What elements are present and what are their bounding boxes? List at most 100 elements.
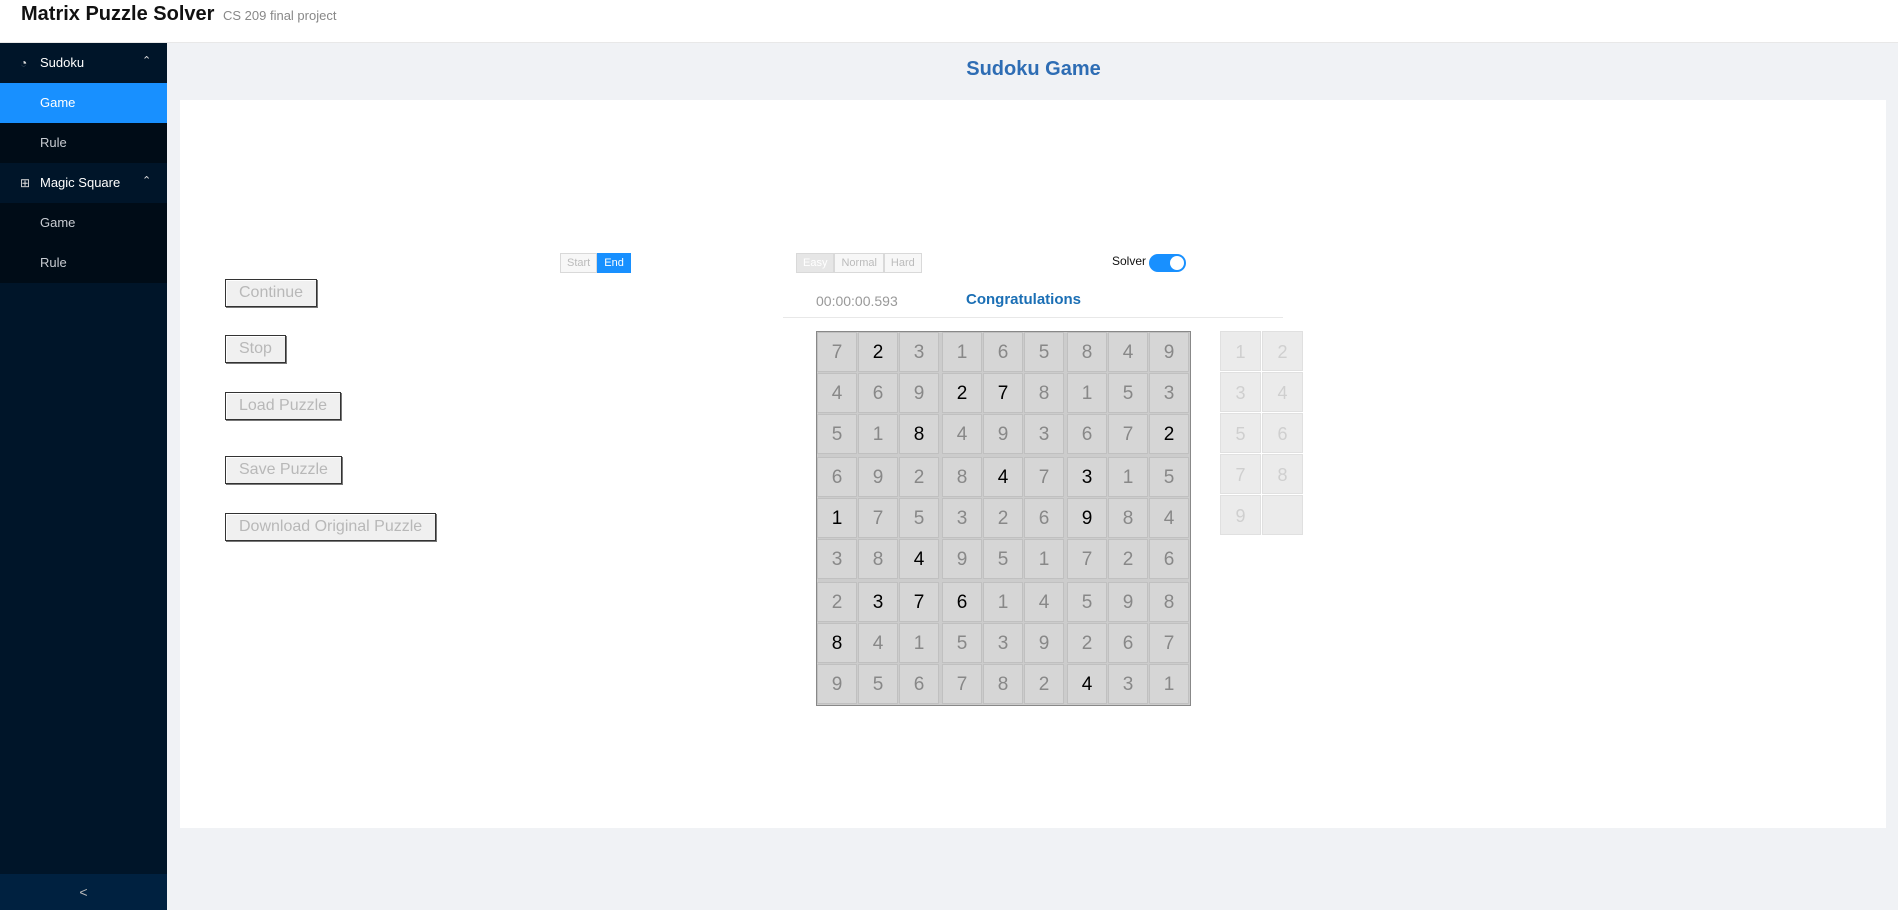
sudoku-cell[interactable]: 2: [942, 373, 982, 413]
sudoku-cell[interactable]: 5: [899, 498, 939, 538]
sudoku-cell[interactable]: 5: [1108, 373, 1148, 413]
number-pad-key[interactable]: 4: [1262, 372, 1303, 412]
sudoku-cell[interactable]: 8: [983, 664, 1023, 704]
sudoku-cell[interactable]: 7: [858, 498, 898, 538]
sudoku-cell[interactable]: 7: [983, 373, 1023, 413]
sudoku-cell[interactable]: 9: [1067, 498, 1107, 538]
sudoku-cell[interactable]: 6: [1108, 623, 1148, 663]
sudoku-cell[interactable]: 7: [817, 332, 857, 372]
number-pad-key[interactable]: 3: [1220, 372, 1261, 412]
sudoku-cell[interactable]: 8: [1067, 332, 1107, 372]
sudoku-cell[interactable]: 4: [942, 414, 982, 454]
sudoku-cell[interactable]: 9: [1108, 582, 1148, 622]
sudoku-cell[interactable]: 5: [1149, 457, 1189, 497]
sudoku-cell[interactable]: 4: [983, 457, 1023, 497]
sudoku-cell[interactable]: 8: [1149, 582, 1189, 622]
sudoku-cell[interactable]: 9: [1149, 332, 1189, 372]
sudoku-cell[interactable]: 8: [899, 414, 939, 454]
sudoku-cell[interactable]: 1: [983, 582, 1023, 622]
sudoku-cell[interactable]: 9: [1024, 623, 1064, 663]
sudoku-cell[interactable]: 5: [817, 414, 857, 454]
sudoku-cell[interactable]: 2: [1108, 539, 1148, 579]
sudoku-cell[interactable]: 4: [1108, 332, 1148, 372]
difficulty-hard-option[interactable]: Hard: [883, 253, 922, 273]
sudoku-cell[interactable]: 1: [1024, 539, 1064, 579]
sudoku-cell[interactable]: 4: [899, 539, 939, 579]
number-pad-key[interactable]: 6: [1262, 413, 1303, 453]
sudoku-cell[interactable]: 8: [1108, 498, 1148, 538]
sudoku-cell[interactable]: 7: [1149, 623, 1189, 663]
sudoku-cell[interactable]: 5: [858, 664, 898, 704]
stop-button[interactable]: Stop: [225, 335, 286, 363]
sudoku-cell[interactable]: 6: [1067, 414, 1107, 454]
save-puzzle-button[interactable]: Save Puzzle: [225, 456, 342, 484]
sudoku-cell[interactable]: 6: [1149, 539, 1189, 579]
sudoku-cell[interactable]: 5: [1024, 332, 1064, 372]
sudoku-cell[interactable]: 3: [942, 498, 982, 538]
sudoku-cell[interactable]: 1: [1149, 664, 1189, 704]
sudoku-cell[interactable]: 2: [817, 582, 857, 622]
start-option[interactable]: Start: [560, 253, 598, 273]
sidebar-item-sudoku-rule[interactable]: Rule: [0, 123, 167, 163]
sudoku-cell[interactable]: 2: [858, 332, 898, 372]
sudoku-cell[interactable]: 8: [1024, 373, 1064, 413]
sudoku-cell[interactable]: 8: [858, 539, 898, 579]
sudoku-cell[interactable]: 7: [1024, 457, 1064, 497]
sudoku-cell[interactable]: 1: [942, 332, 982, 372]
sudoku-cell[interactable]: 1: [817, 498, 857, 538]
sudoku-cell[interactable]: 6: [899, 664, 939, 704]
sudoku-cell[interactable]: 4: [1067, 664, 1107, 704]
sudoku-cell[interactable]: 7: [1108, 414, 1148, 454]
sudoku-cell[interactable]: 7: [1067, 539, 1107, 579]
sudoku-cell[interactable]: 8: [942, 457, 982, 497]
sidebar-item-magic-rule[interactable]: Rule: [0, 243, 167, 283]
sudoku-cell[interactable]: 9: [942, 539, 982, 579]
sudoku-cell[interactable]: 1: [1067, 373, 1107, 413]
sudoku-cell[interactable]: 5: [942, 623, 982, 663]
number-pad-key[interactable]: 1: [1220, 331, 1261, 371]
sudoku-cell[interactable]: 6: [1024, 498, 1064, 538]
sudoku-cell[interactable]: 7: [899, 582, 939, 622]
number-pad-key[interactable]: [1262, 495, 1303, 535]
sudoku-cell[interactable]: 8: [817, 623, 857, 663]
sudoku-cell[interactable]: 2: [1067, 623, 1107, 663]
sudoku-cell[interactable]: 2: [899, 457, 939, 497]
sudoku-cell[interactable]: 1: [899, 623, 939, 663]
solver-toggle[interactable]: [1149, 254, 1186, 272]
number-pad-key[interactable]: 8: [1262, 454, 1303, 494]
sudoku-cell[interactable]: 6: [942, 582, 982, 622]
sudoku-cell[interactable]: 2: [1024, 664, 1064, 704]
sidebar-item-magic-game[interactable]: Game: [0, 203, 167, 243]
sudoku-cell[interactable]: 1: [1108, 457, 1148, 497]
sudoku-cell[interactable]: 4: [1024, 582, 1064, 622]
sudoku-cell[interactable]: 6: [817, 457, 857, 497]
download-original-puzzle-button[interactable]: Download Original Puzzle: [225, 513, 437, 541]
sudoku-cell[interactable]: 5: [1067, 582, 1107, 622]
difficulty-easy-option[interactable]: Easy: [796, 253, 835, 273]
sudoku-cell[interactable]: 6: [983, 332, 1023, 372]
menu-group-sudoku[interactable]: ◔ Sudoku ⌃: [0, 43, 167, 83]
menu-group-magic-square[interactable]: ⊞ Magic Square ⌃: [0, 163, 167, 203]
sudoku-cell[interactable]: 3: [1024, 414, 1064, 454]
sudoku-cell[interactable]: 3: [1067, 457, 1107, 497]
sudoku-cell[interactable]: 6: [858, 373, 898, 413]
number-pad-key[interactable]: 5: [1220, 413, 1261, 453]
sudoku-cell[interactable]: 3: [1108, 664, 1148, 704]
sudoku-cell[interactable]: 9: [817, 664, 857, 704]
sudoku-cell[interactable]: 1: [858, 414, 898, 454]
sudoku-cell[interactable]: 3: [899, 332, 939, 372]
sidebar-item-sudoku-game[interactable]: Game: [0, 83, 167, 123]
sudoku-cell[interactable]: 3: [858, 582, 898, 622]
sudoku-cell[interactable]: 9: [858, 457, 898, 497]
sudoku-cell[interactable]: 5: [983, 539, 1023, 579]
sudoku-cell[interactable]: 3: [817, 539, 857, 579]
continue-button[interactable]: Continue: [225, 279, 318, 307]
sudoku-cell[interactable]: 3: [983, 623, 1023, 663]
sudoku-cell[interactable]: 9: [899, 373, 939, 413]
sudoku-cell[interactable]: 2: [983, 498, 1023, 538]
sudoku-cell[interactable]: 2: [1149, 414, 1189, 454]
number-pad-key[interactable]: 7: [1220, 454, 1261, 494]
sudoku-cell[interactable]: 4: [1149, 498, 1189, 538]
sudoku-cell[interactable]: 4: [817, 373, 857, 413]
number-pad-key[interactable]: 2: [1262, 331, 1303, 371]
